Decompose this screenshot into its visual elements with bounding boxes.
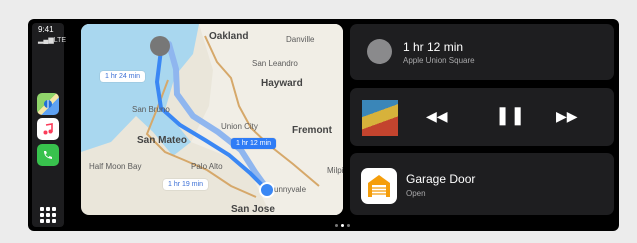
- map-label-sunnyvale: unnyvale: [274, 185, 307, 194]
- page-dot: [335, 224, 338, 227]
- now-playing-card: ◀◀ ❚❚ ▶▶: [350, 88, 614, 146]
- destination-subtitle: Apple Union Square: [403, 56, 475, 65]
- map-label-palo-alto: Palo Alto: [191, 162, 223, 171]
- map-label-san-bruno: San Bruno: [132, 105, 170, 114]
- maps-app-icon[interactable]: [37, 93, 59, 115]
- home-accessory-card[interactable]: Garage Door Open: [350, 153, 614, 215]
- garage-icon: [361, 168, 397, 204]
- app-grid-button[interactable]: [37, 204, 59, 226]
- phone-app-icon[interactable]: [37, 144, 59, 166]
- map-label-san-mateo: San Mateo: [137, 135, 188, 146]
- eta-title: 1 hr 12 min: [403, 40, 464, 54]
- grid-icon: [40, 207, 56, 223]
- fast-forward-icon[interactable]: ▶▶: [556, 108, 578, 125]
- map-label-san-jose: San Jose: [231, 204, 275, 215]
- map-label-san-leandro: San Leandro: [252, 59, 298, 68]
- route-eta-tag[interactable]: 1 hr 24 min: [100, 71, 146, 82]
- page-dot-active: [341, 224, 344, 227]
- map-view[interactable]: Oakland Danville San Leandro Hayward San…: [81, 24, 343, 215]
- route-eta-tag-primary[interactable]: 1 hr 12 min: [231, 138, 277, 149]
- page-dot: [347, 224, 350, 227]
- rewind-icon[interactable]: ◀◀: [426, 108, 448, 125]
- pause-icon[interactable]: ❚❚: [495, 105, 525, 126]
- map-label-milpitas: Milpi: [327, 166, 343, 175]
- signal-bars-icon: ▂▄▆: [38, 37, 54, 44]
- signal-indicator: ▂▄▆LTE: [38, 36, 66, 44]
- map-label-danville: Danville: [286, 35, 315, 44]
- map-label-half-moon-bay: Half Moon Bay: [89, 162, 142, 171]
- map-label-oakland: Oakland: [209, 31, 249, 42]
- album-art[interactable]: [362, 100, 398, 136]
- route-eta-tag[interactable]: 1 hr 19 min: [163, 179, 209, 190]
- accessory-title: Garage Door: [406, 172, 476, 186]
- accessory-status: Open: [406, 189, 426, 198]
- map-label-hayward: Hayward: [261, 78, 303, 89]
- music-app-icon[interactable]: [37, 118, 59, 140]
- destination-pin-icon[interactable]: [150, 36, 170, 56]
- page-indicator[interactable]: [335, 224, 350, 227]
- navigation-card[interactable]: 1 hr 12 min Apple Union Square: [350, 24, 614, 80]
- status-column: 9:41 ▂▄▆LTE: [32, 23, 66, 227]
- phone-icon: [44, 151, 52, 159]
- map-label-union-city: Union City: [221, 122, 258, 131]
- network-label: LTE: [53, 37, 67, 44]
- apple-logo-icon: [367, 39, 392, 64]
- maps-icon: [44, 100, 52, 108]
- map-label-fremont: Fremont: [292, 125, 332, 136]
- music-icon: [43, 123, 53, 135]
- status-time: 9:41: [38, 25, 54, 34]
- carplay-screen: 9:41 ▂▄▆LTE Oakland Danville San Leandro…: [28, 19, 619, 231]
